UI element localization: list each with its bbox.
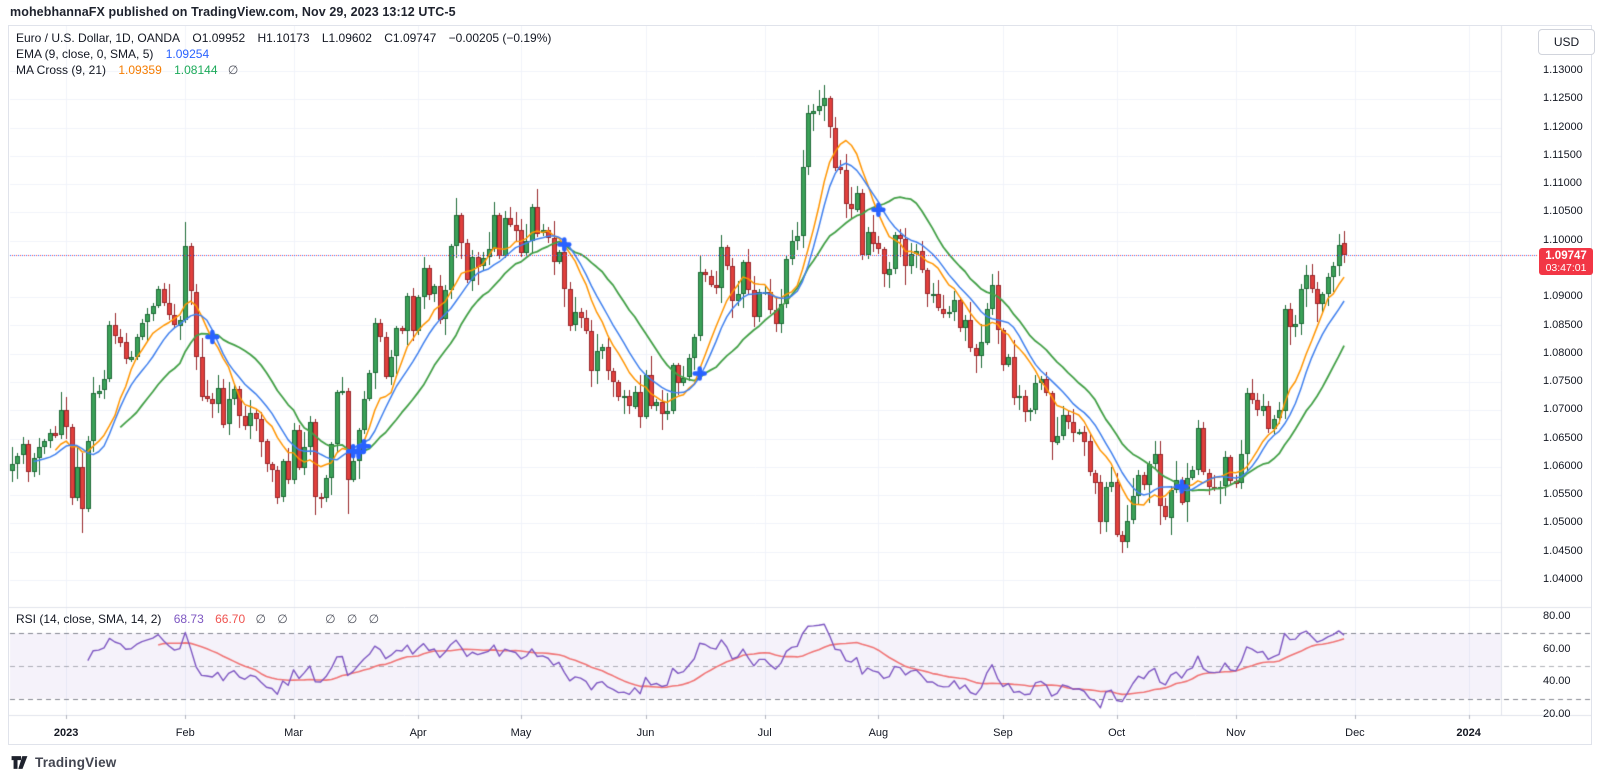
price-axis-label: 1.06000 (1543, 460, 1583, 472)
price-axis-label: 1.12000 (1543, 121, 1583, 133)
symbol-title[interactable]: Euro / U.S. Dollar, 1D, OANDA (16, 31, 180, 45)
price-axis-label: 1.11000 (1543, 177, 1582, 189)
price-axis-label: 1.05000 (1543, 516, 1583, 528)
ma-cross-empty-value: ∅ (228, 63, 242, 77)
price-axis-label: 1.08000 (1543, 347, 1583, 359)
price-axis-label: 1.04000 (1543, 573, 1583, 585)
published-line: mohebhannaFX published on TradingView.co… (10, 5, 456, 19)
publish-header: mohebhannaFX published on TradingView.co… (0, 0, 1600, 25)
change-value: −0.00205 (−0.19%) (449, 31, 552, 45)
ma-cross-slow-value: 1.08144 (174, 63, 217, 77)
time-axis-label: May (499, 727, 543, 739)
rsi-axis-label: 40.00 (1543, 675, 1571, 687)
time-axis-label: Mar (272, 727, 316, 739)
ma-cross-legend-row[interactable]: MA Cross (9, 21) 1.09359 1.08144 ∅ (16, 62, 551, 78)
symbol-legend-row[interactable]: Euro / U.S. Dollar, 1D, OANDA O1.09952 H… (16, 30, 551, 46)
price-axis-label: 1.05500 (1543, 488, 1583, 500)
price-axis-label: 1.08500 (1543, 319, 1583, 331)
price-chart-canvas[interactable] (9, 26, 1591, 744)
current-price-value: 1.09747 (1539, 249, 1593, 263)
chart-widget: Euro / U.S. Dollar, 1D, OANDA O1.09952 H… (8, 25, 1592, 745)
ema-label[interactable]: EMA (9, close, 0, SMA, 5) (16, 47, 153, 61)
rsi-axis-label: 80.00 (1543, 610, 1571, 622)
time-axis-label: Aug (856, 727, 900, 739)
price-axis-label: 1.09000 (1543, 290, 1583, 302)
time-axis-label: Apr (396, 727, 440, 739)
high-value: H1.10173 (257, 31, 309, 45)
close-value: C1.09747 (384, 31, 436, 45)
price-axis-label: 1.07000 (1543, 403, 1583, 415)
chart-legend: Euro / U.S. Dollar, 1D, OANDA O1.09952 H… (16, 30, 551, 78)
time-axis-label: Feb (163, 727, 207, 739)
currency-toggle-button[interactable]: USD (1538, 29, 1595, 55)
rsi-empty-values-2: ∅ ∅ ∅ (325, 612, 383, 626)
price-axis-label: 1.07500 (1543, 375, 1583, 387)
time-axis-label: Jul (743, 727, 787, 739)
low-value: L1.09602 (322, 31, 372, 45)
price-axis-label: 1.12500 (1543, 92, 1583, 104)
price-axis-label: 1.13000 (1543, 64, 1583, 76)
time-axis-label: 2024 (1447, 727, 1491, 739)
rsi-empty-values: ∅ ∅ (255, 612, 291, 626)
current-price-label: 1.09747 03:47:01 (1539, 248, 1593, 275)
open-value: O1.09952 (192, 31, 245, 45)
ma-cross-label[interactable]: MA Cross (9, 21) (16, 63, 106, 77)
price-axis-label: 1.11500 (1543, 149, 1582, 161)
rsi-ma-value: 66.70 (215, 612, 245, 626)
time-axis-label: Sep (981, 727, 1025, 739)
ema-legend-row[interactable]: EMA (9, close, 0, SMA, 5) 1.09254 (16, 46, 551, 62)
time-axis-label: Oct (1095, 727, 1139, 739)
rsi-legend-row[interactable]: RSI (14, close, SMA, 14, 2) 68.73 66.70 … (16, 611, 383, 627)
price-axis-label: 1.04500 (1543, 545, 1583, 557)
tradingview-logo-text: TradingView (35, 755, 116, 770)
price-axis-label: 1.10500 (1543, 205, 1583, 217)
time-axis-label: 2023 (44, 727, 88, 739)
ema-value: 1.09254 (166, 47, 209, 61)
rsi-value: 68.73 (174, 612, 204, 626)
tradingview-logo-icon (10, 753, 29, 772)
rsi-axis-label: 20.00 (1543, 708, 1571, 720)
time-axis-label: Jun (624, 727, 668, 739)
tradingview-watermark[interactable]: TradingView (10, 752, 116, 772)
ma-cross-fast-value: 1.09359 (118, 63, 161, 77)
price-axis-label: 1.06500 (1543, 432, 1583, 444)
bar-countdown-timer: 03:47:01 (1539, 263, 1593, 274)
time-axis-label: Nov (1214, 727, 1258, 739)
time-axis-label: Dec (1333, 727, 1377, 739)
price-axis-label: 1.10000 (1543, 234, 1583, 246)
rsi-axis-label: 60.00 (1543, 643, 1571, 655)
rsi-label[interactable]: RSI (14, close, SMA, 14, 2) (16, 612, 161, 626)
